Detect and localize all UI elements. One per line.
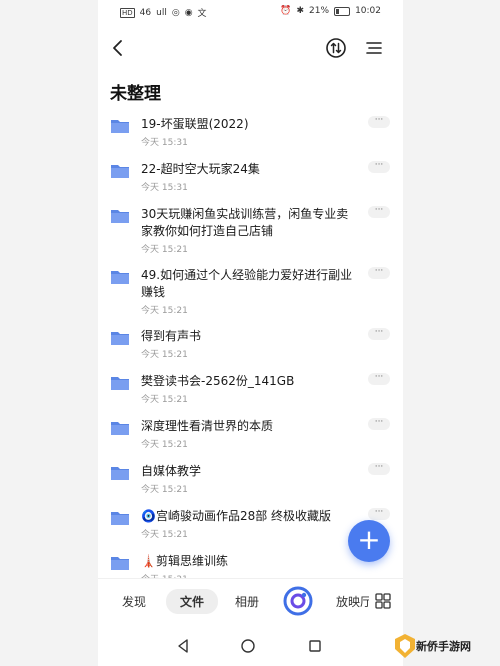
list-item[interactable]: 自媒体教学 今天 15:21 ··· [98, 457, 403, 502]
more-dots-icon[interactable]: ··· [368, 116, 390, 128]
watermark: 新侨手游网 [392, 628, 498, 664]
folder-name: 22-超时空大玩家24集 [141, 162, 260, 176]
signal-indicator: 46 [139, 7, 152, 18]
watermark-logo-icon [395, 634, 415, 658]
more-dots-icon[interactable]: ··· [368, 206, 390, 218]
folder-name: 得到有声书 [141, 329, 202, 343]
status-bar: HD 46 ull ◎ ◉ 文 ⏰ ✱ 21% 10:02 [98, 0, 403, 24]
wifi-icon: ◎ [171, 7, 180, 18]
folder-time: 今天 15:21 [141, 440, 188, 450]
page-title: 未整理 [110, 84, 161, 104]
folder-name: 深度理性看清世界的本质 [141, 419, 274, 433]
add-button[interactable]: + [348, 520, 390, 562]
folder-icon [111, 467, 129, 480]
more-dots-icon[interactable]: ··· [368, 267, 390, 279]
bottom-nav: 发现 文件 相册 放映厅 [98, 578, 403, 625]
system-back-icon[interactable] [176, 639, 190, 653]
bluetooth-icon: ✱ [296, 6, 305, 16]
list-item[interactable]: 30天玩赚闲鱼实战训练营，闲鱼专业卖家教你如何打造自己店铺 今天 15:21 ·… [98, 200, 403, 260]
folder-name: 🧿宫崎骏动画作品28部 终极收藏版 [141, 509, 332, 523]
folder-icon [111, 512, 129, 525]
system-home-icon[interactable] [241, 639, 255, 653]
list-item[interactable]: 22-超时空大玩家24集 今天 15:31 ··· [98, 155, 403, 200]
hamburger-menu-icon[interactable] [362, 36, 386, 60]
folder-icon [111, 165, 129, 178]
folder-name: 19-坏蛋联盟(2022) [141, 117, 249, 131]
list-item[interactable]: 深度理性看清世界的本质 今天 15:21 ··· [98, 412, 403, 457]
app-icon: 文 [197, 9, 207, 19]
folder-name: 自媒体教学 [141, 464, 202, 478]
folder-icon [111, 210, 129, 223]
folder-time: 今天 15:21 [141, 306, 188, 316]
tab-discover[interactable]: 发现 [122, 593, 146, 610]
battery-percent: 21% [309, 6, 330, 16]
folder-icon [111, 120, 129, 133]
grid-icon[interactable] [375, 593, 391, 609]
signal-bars: ull [156, 7, 167, 18]
top-bar [98, 30, 403, 66]
system-recent-icon[interactable] [309, 640, 321, 652]
folder-time: 今天 15:31 [141, 183, 188, 193]
folder-time: 今天 15:21 [141, 395, 188, 405]
list-item[interactable]: 19-坏蛋联盟(2022) 今天 15:31 ··· [98, 110, 403, 160]
center-logo-icon[interactable] [283, 586, 313, 616]
folder-name: 49.如何通过个人经验能力爱好进行副业赚钱 [141, 268, 353, 299]
folder-name: 🗼剪辑思维训练 [141, 554, 228, 568]
back-arrow-icon[interactable] [106, 36, 130, 60]
tab-albums[interactable]: 相册 [235, 593, 259, 610]
hd-indicator: HD [120, 7, 135, 18]
folder-time: 今天 15:21 [141, 350, 188, 360]
folder-time: 今天 15:21 [141, 485, 188, 495]
sort-icon[interactable] [324, 36, 348, 60]
watermark-text: 新侨手游网 [416, 640, 471, 653]
list-item[interactable]: 樊登读书会-2562份_141GB 今天 15:21 ··· [98, 367, 403, 412]
folder-time: 今天 15:31 [141, 138, 188, 148]
folder-icon [111, 557, 129, 570]
system-nav-bar [98, 626, 403, 666]
battery-icon [334, 6, 351, 16]
more-dots-icon[interactable]: ··· [368, 418, 390, 430]
list-item[interactable]: 49.如何通过个人经验能力爱好进行副业赚钱 今天 15:21 ··· [98, 261, 403, 321]
folder-name: 30天玩赚闲鱼实战训练营，闲鱼专业卖家教你如何打造自己店铺 [141, 207, 349, 238]
tab-files[interactable]: 文件 [166, 589, 219, 614]
folder-icon [111, 271, 129, 284]
tab-screening[interactable]: 放映厅 [336, 593, 369, 610]
folder-icon [111, 377, 129, 390]
folder-name: 樊登读书会-2562份_141GB [141, 374, 295, 388]
alarm-icon: ⏰ [280, 6, 292, 16]
clock: 10:02 [355, 6, 381, 16]
folder-icon [111, 332, 129, 345]
more-dots-icon[interactable]: ··· [368, 161, 390, 173]
folder-icon [111, 422, 129, 435]
phone-screen: HD 46 ull ◎ ◉ 文 ⏰ ✱ 21% 10:02 未整理 19-坏蛋联… [98, 0, 403, 666]
more-dots-icon[interactable]: ··· [368, 373, 390, 385]
folder-time: 今天 15:21 [141, 245, 188, 255]
eye-icon: ◉ [184, 7, 193, 18]
folder-time: 今天 15:21 [141, 530, 188, 540]
more-dots-icon[interactable]: ··· [368, 463, 390, 475]
list-item[interactable]: 得到有声书 今天 15:21 ··· [98, 322, 403, 367]
more-dots-icon[interactable]: ··· [368, 328, 390, 340]
more-dots-icon[interactable]: ··· [368, 508, 390, 520]
